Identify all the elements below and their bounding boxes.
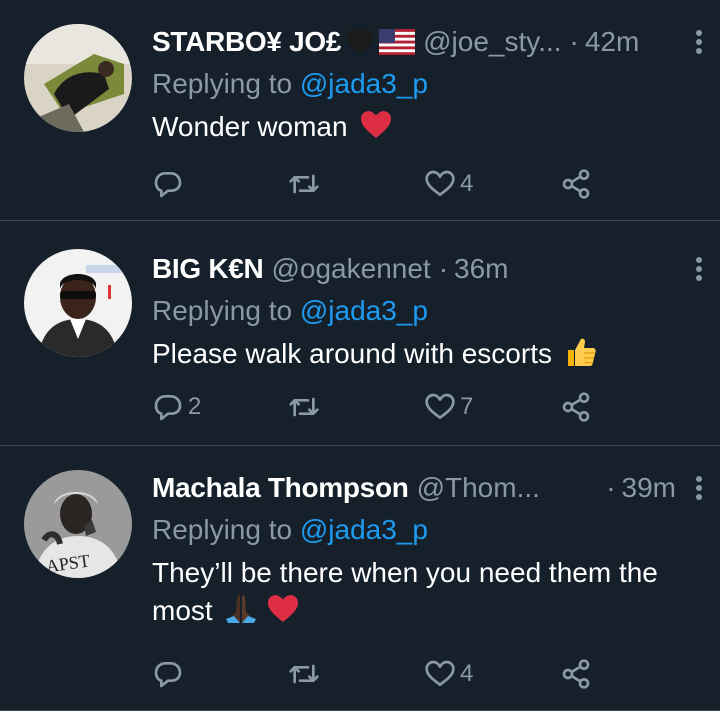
separator-dot: · [606,472,616,503]
like-count: 4 [460,170,474,197]
heart-icon [425,393,455,419]
timestamp[interactable]: 36m [454,249,508,289]
reply-button[interactable] [152,168,288,200]
reply-icon [154,662,182,688]
avatar-photo [24,24,132,132]
tweet-text: Please walk around with escorts [152,335,696,373]
retweet-icon [289,174,319,194]
heart-icon [425,660,455,686]
user-handle[interactable]: @joe_sty... [423,22,561,62]
reply-tweet[interactable]: APST Machala Thompson @Thom... · 39m Rep… [0,446,720,711]
like-count: 4 [460,660,474,687]
retweet-icon [289,397,319,417]
reply-icon [154,172,182,198]
like-count: 7 [460,393,474,420]
mention-link[interactable]: @jada3_p [300,295,428,326]
us-flag-icon [379,29,416,55]
reply-icon [154,395,182,421]
display-name[interactable]: BIG K€N [152,249,264,289]
mention-link[interactable]: @jada3_p [300,68,428,99]
tweet-header: Machala Thompson @Thom... · 39m [152,468,702,508]
folded-hands-icon [224,592,258,626]
avatar[interactable] [24,249,132,357]
reply-tweet[interactable]: BIG K€N @ogakennet · 36m Replying to @ja… [0,221,720,446]
share-button[interactable] [560,658,696,690]
red-heart-icon [359,110,393,140]
black-heart-icon [345,28,375,56]
display-name[interactable]: STARBO¥ JO£ [152,22,341,62]
reply-button[interactable]: 2 [152,391,288,423]
reply-count: 2 [188,393,202,420]
tweet-header: STARBO¥ JO£ @joe_sty... · 42m [152,22,702,62]
user-handle[interactable]: @ogakennet [271,249,430,289]
replying-prefix: Replying to [152,295,300,326]
separator-dot: · [438,253,449,284]
replying-to: Replying to @jada3_p [152,64,696,104]
replying-to: Replying to @jada3_p [152,291,696,331]
retweet-icon [289,664,319,684]
retweet-button[interactable] [288,168,424,200]
tweet-header: BIG K€N @ogakennet · 36m [152,249,702,289]
like-button[interactable]: 7 [424,391,560,423]
user-handle[interactable]: @Thom... [417,468,540,508]
timestamp[interactable]: 42m [585,22,639,62]
share-button[interactable] [560,391,696,423]
thumbs-up-icon [564,335,598,369]
tweet-text-content: Please walk around with escorts [152,338,552,369]
share-icon [562,392,590,422]
retweet-button[interactable] [288,391,424,423]
tweet-text-content: Wonder woman [152,111,348,142]
red-heart-icon [266,594,300,624]
heart-icon [425,170,455,196]
mention-link[interactable]: @jada3_p [300,514,428,545]
share-icon [562,169,590,199]
reply-button[interactable] [152,658,288,690]
more-options-icon[interactable] [684,468,714,508]
like-button[interactable]: 4 [424,168,560,200]
avatar[interactable] [24,24,132,132]
replying-prefix: Replying to [152,68,300,99]
more-options-icon[interactable] [684,22,714,62]
like-button[interactable]: 4 [424,658,560,690]
more-options-icon[interactable] [684,249,714,289]
avatar[interactable]: APST [24,470,132,578]
display-name[interactable]: Machala Thompson [152,468,409,508]
tweet-text: Wonder woman [152,108,696,146]
replying-to: Replying to @jada3_p [152,510,696,550]
separator-dot: · [569,26,579,57]
retweet-button[interactable] [288,658,424,690]
avatar-photo [24,249,132,357]
tweet-text: They’ll be there when you need them the … [152,554,672,630]
replying-prefix: Replying to [152,514,300,545]
share-icon [562,659,590,689]
timestamp[interactable]: 39m [622,468,676,508]
avatar-photo: APST [24,470,132,578]
share-button[interactable] [560,168,696,200]
reply-tweet[interactable]: STARBO¥ JO£ @joe_sty... · 42m Replying t… [0,0,720,221]
